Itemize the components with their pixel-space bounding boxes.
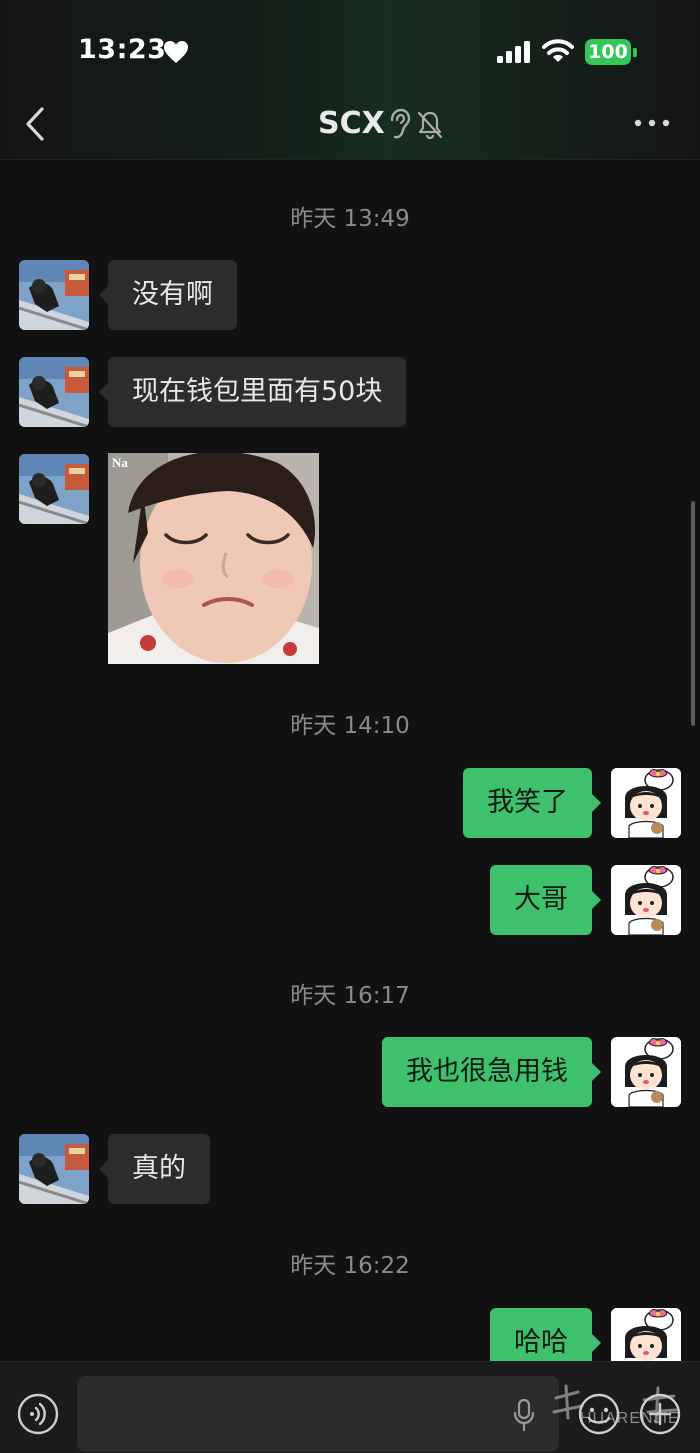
timestamp: 昨天 14:10 bbox=[290, 713, 410, 739]
message-bubble-incoming[interactable]: 现在钱包里面有50块 bbox=[98, 357, 407, 427]
message-bubble-outgoing[interactable]: 我笑了 bbox=[463, 768, 601, 838]
message-bubble-outgoing[interactable]: 哈哈 bbox=[490, 1308, 601, 1361]
timestamp: 昨天 16:17 bbox=[290, 983, 410, 1009]
my-avatar-image bbox=[611, 1037, 681, 1107]
my-avatar[interactable] bbox=[611, 865, 681, 935]
contact-avatar-image bbox=[19, 260, 89, 330]
my-avatar-image bbox=[611, 865, 681, 935]
message-bubble-incoming[interactable]: 没有啊 bbox=[99, 260, 237, 330]
message-input[interactable] bbox=[77, 1376, 559, 1452]
message-bubble-outgoing[interactable]: 大哥 bbox=[490, 865, 601, 935]
signal-icon bbox=[497, 41, 530, 63]
status-time: 13:23 bbox=[78, 34, 167, 65]
scrollbar[interactable] bbox=[691, 501, 695, 726]
image-overlay-text: Na bbox=[112, 455, 128, 470]
my-avatar[interactable] bbox=[611, 1037, 681, 1107]
more-icon[interactable] bbox=[632, 116, 672, 130]
timestamp: 昨天 16:22 bbox=[290, 1253, 410, 1279]
message-bubble-incoming[interactable]: 真的 bbox=[99, 1134, 210, 1204]
message-list[interactable]: 昨天 13:49 没有啊 现在钱包里面有50块 Na 昨天 14:10 我笑了 … bbox=[0, 161, 700, 1361]
battery-level: 100 bbox=[588, 41, 628, 63]
contact-avatar-image bbox=[19, 357, 89, 427]
wifi-icon bbox=[542, 39, 574, 62]
my-avatar-image bbox=[611, 768, 681, 838]
contact-avatar[interactable] bbox=[19, 357, 89, 427]
contact-avatar[interactable] bbox=[19, 260, 89, 330]
top-bar: 13:23 100 SCX bbox=[0, 0, 700, 160]
back-icon[interactable] bbox=[22, 105, 50, 143]
voice-icon[interactable] bbox=[17, 1393, 59, 1435]
contact-avatar-image bbox=[19, 1134, 89, 1204]
ear-icon bbox=[390, 108, 411, 139]
chat-title[interactable]: SCX bbox=[318, 106, 385, 141]
input-bar: HUARENJIE bbox=[0, 1361, 700, 1453]
contact-avatar-image bbox=[19, 454, 89, 524]
heart-icon bbox=[164, 41, 188, 63]
crying-child-sticker bbox=[108, 453, 319, 664]
mic-icon[interactable] bbox=[512, 1398, 536, 1432]
timestamp: 昨天 13:49 bbox=[290, 206, 410, 232]
contact-avatar[interactable] bbox=[19, 1134, 89, 1204]
image-message[interactable]: Na bbox=[108, 453, 319, 664]
battery-icon: 100 bbox=[585, 39, 637, 65]
battery-tip bbox=[633, 48, 637, 57]
watermark-text: HUARENJIE bbox=[580, 1410, 680, 1427]
my-avatar-image bbox=[611, 1308, 681, 1361]
message-bubble-outgoing[interactable]: 我也很急用钱 bbox=[382, 1037, 601, 1107]
my-avatar[interactable] bbox=[611, 768, 681, 838]
my-avatar[interactable] bbox=[611, 1308, 681, 1361]
mute-bell-icon bbox=[417, 111, 443, 140]
contact-avatar[interactable] bbox=[19, 454, 89, 524]
